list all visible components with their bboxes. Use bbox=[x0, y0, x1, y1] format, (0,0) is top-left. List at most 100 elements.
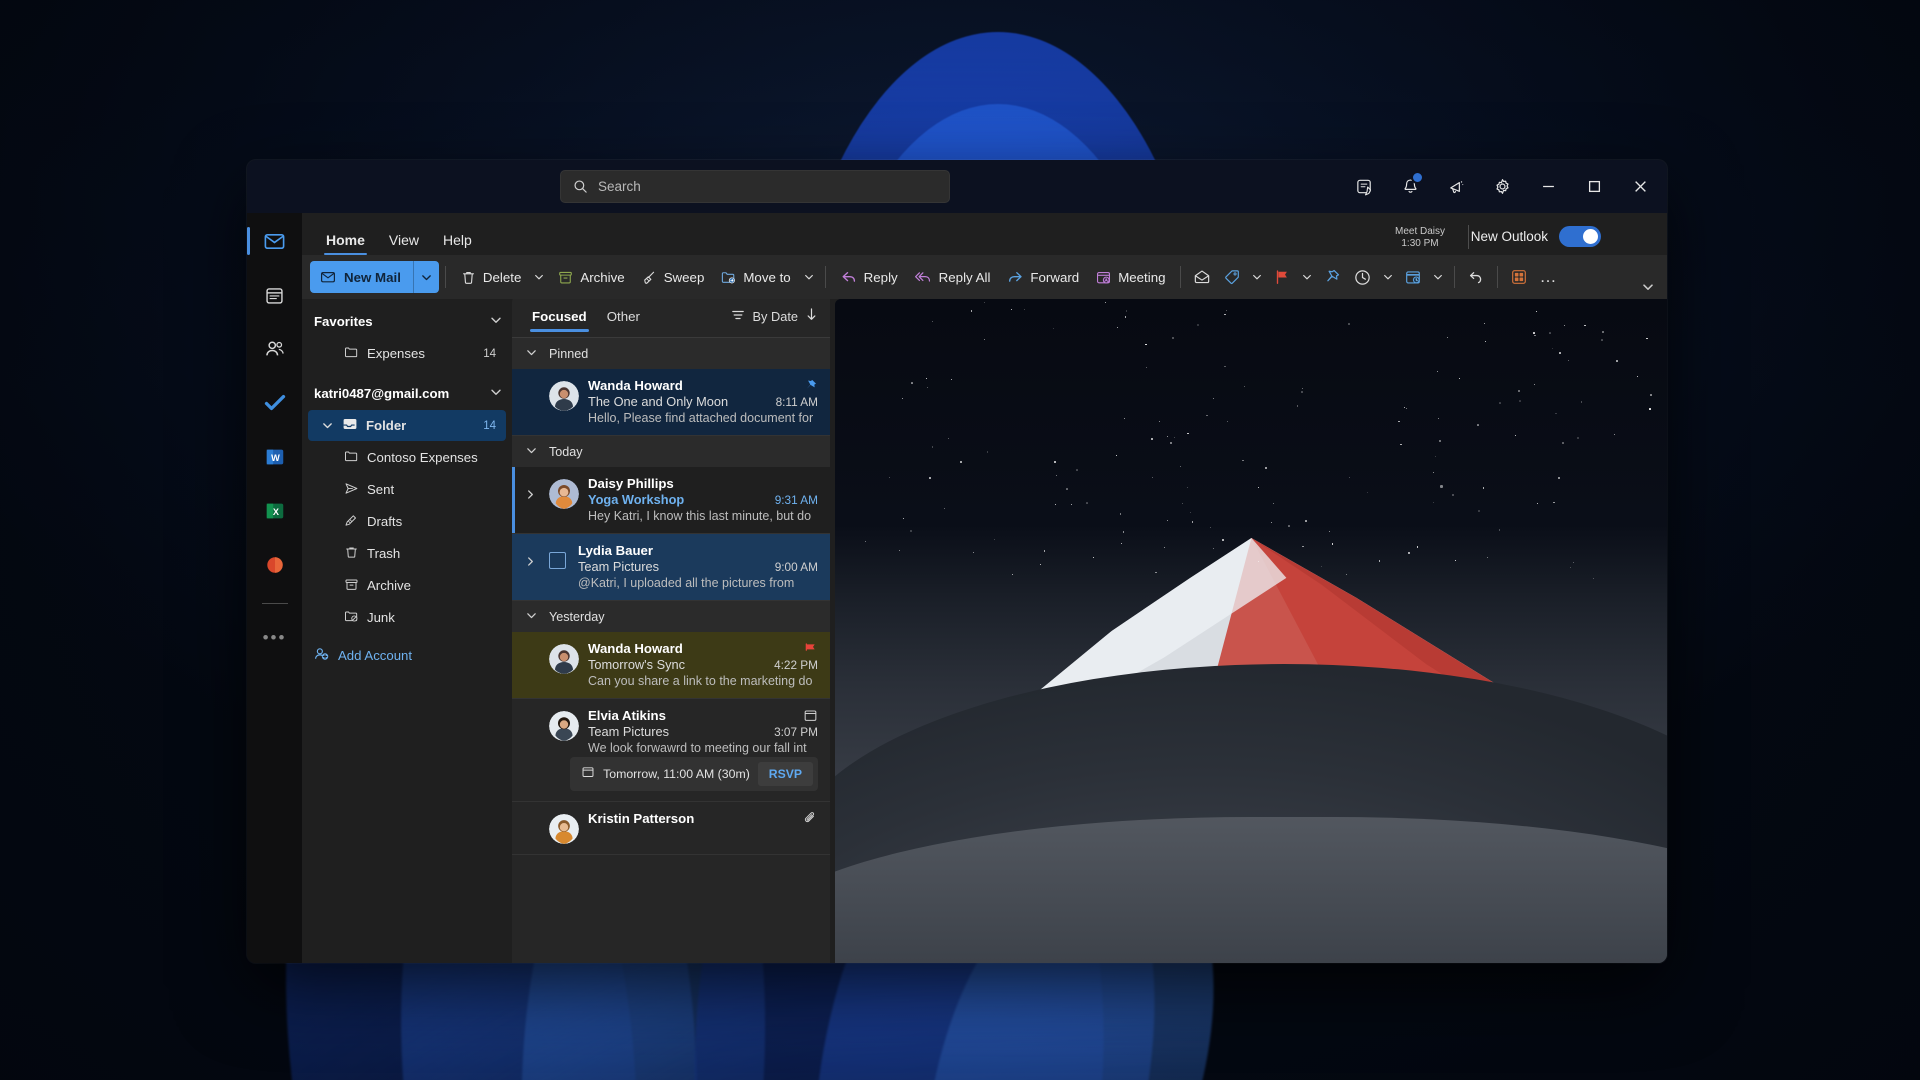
delete-button[interactable]: Delete bbox=[452, 261, 529, 293]
mark-read-icon[interactable] bbox=[1187, 261, 1217, 293]
star bbox=[1024, 309, 1025, 310]
snooze-dropdown[interactable] bbox=[1378, 261, 1398, 293]
rail-office[interactable] bbox=[255, 545, 295, 585]
rail-todo[interactable] bbox=[255, 383, 295, 423]
expand-thread-icon[interactable] bbox=[520, 476, 540, 523]
reply-button[interactable]: Reply bbox=[832, 261, 906, 293]
new-mail-dropdown[interactable] bbox=[413, 261, 439, 293]
search-box[interactable]: Search bbox=[560, 170, 950, 203]
move-to-button[interactable]: Move to bbox=[712, 261, 798, 293]
group-header-today[interactable]: Today bbox=[512, 436, 830, 467]
message-row-elvia-pictures[interactable]: Elvia Atikins Team Pic bbox=[512, 699, 830, 761]
new-outlook-toggle-group[interactable]: New Outlook bbox=[1471, 226, 1601, 247]
flag-dropdown[interactable] bbox=[1297, 261, 1317, 293]
folder-label: Archive bbox=[367, 578, 411, 593]
sweep-button[interactable]: Sweep bbox=[633, 261, 713, 293]
star bbox=[927, 387, 928, 388]
trash-icon bbox=[460, 269, 477, 286]
folder-item-trash[interactable]: Trash bbox=[308, 538, 506, 569]
pin-icon[interactable] bbox=[1317, 261, 1347, 293]
message-row-wanda-sync[interactable]: Wanda Howard Tomorrow' bbox=[512, 632, 830, 699]
folder-count: 14 bbox=[483, 420, 496, 432]
inbox-icon bbox=[342, 416, 358, 435]
snooze-clock-icon[interactable] bbox=[1347, 261, 1378, 293]
maximize-button[interactable] bbox=[1571, 160, 1617, 213]
tag-categorize-icon[interactable] bbox=[1217, 261, 1247, 293]
sort-control[interactable]: By Date bbox=[731, 307, 820, 325]
new-outlook-toggle[interactable] bbox=[1559, 226, 1601, 247]
favorites-header[interactable]: Favorites bbox=[302, 305, 512, 337]
message-text: Elvia Atikins Team Pic bbox=[588, 708, 818, 757]
reply-all-arrow-icon bbox=[914, 268, 933, 286]
message-time: 4:22 PM bbox=[774, 658, 818, 672]
star bbox=[1447, 337, 1448, 338]
folder-item-contoso-expenses[interactable]: Contoso Expenses bbox=[308, 442, 506, 473]
forward-button[interactable]: Forward bbox=[998, 261, 1087, 293]
expand-thread-icon[interactable] bbox=[520, 543, 540, 590]
tab-focused[interactable]: Focused bbox=[522, 295, 597, 338]
ribbon-collapse-button[interactable] bbox=[1635, 276, 1661, 298]
star bbox=[1271, 522, 1272, 523]
tab-home[interactable]: Home bbox=[314, 232, 377, 255]
reply-all-button[interactable]: Reply All bbox=[906, 261, 999, 293]
flag-icon[interactable] bbox=[803, 641, 818, 656]
folder-item-drafts[interactable]: Drafts bbox=[308, 506, 506, 537]
message-text: Lydia Bauer Team Pictures 9:00 AM @Katri… bbox=[578, 543, 818, 590]
megaphone-feedback-icon[interactable] bbox=[1433, 160, 1479, 213]
reading-pane[interactable] bbox=[835, 299, 1667, 963]
star bbox=[994, 539, 995, 540]
rsvp-button[interactable]: RSVP bbox=[758, 762, 813, 786]
folder-item-folder[interactable]: Folder 14 bbox=[308, 410, 506, 441]
star bbox=[1305, 520, 1307, 522]
rail-calendar[interactable] bbox=[255, 275, 295, 315]
folder-item-sent[interactable]: Sent bbox=[308, 474, 506, 505]
folder-item-expenses[interactable]: Expenses 14 bbox=[308, 338, 506, 369]
message-row-kristin[interactable]: Kristin Patterson bbox=[512, 802, 830, 855]
star bbox=[1499, 529, 1500, 530]
close-button[interactable] bbox=[1617, 160, 1663, 213]
tab-help[interactable]: Help bbox=[431, 232, 484, 255]
tab-other[interactable]: Other bbox=[597, 295, 650, 338]
message-preview: @Katri, I uploaded all the pictures from bbox=[578, 576, 818, 590]
message-row-daisy-yoga[interactable]: Daisy Phillips Yoga Workshop 9:31 AM Hey… bbox=[512, 467, 830, 534]
move-to-dropdown[interactable] bbox=[799, 261, 819, 293]
message-row-wanda-moon[interactable]: Wanda Howard The One and Only Moon bbox=[512, 369, 830, 436]
undo-icon[interactable] bbox=[1461, 261, 1491, 293]
folder-item-junk[interactable]: Junk bbox=[308, 602, 506, 633]
delete-dropdown[interactable] bbox=[529, 261, 549, 293]
note-edit-icon[interactable] bbox=[1341, 160, 1387, 213]
group-header-yesterday[interactable]: Yesterday bbox=[512, 601, 830, 632]
add-account-button[interactable]: Add Account bbox=[302, 639, 512, 671]
rail-mail[interactable] bbox=[255, 221, 295, 261]
calendar-dropdown[interactable] bbox=[1428, 261, 1448, 293]
flag-icon[interactable] bbox=[1267, 261, 1297, 293]
account-header[interactable]: katri0487@gmail.com bbox=[302, 377, 512, 409]
message-row-lydia-pictures[interactable]: Lydia Bauer Team Pictures 9:00 AM @Katri… bbox=[512, 534, 830, 601]
apps-grid-icon[interactable] bbox=[1504, 261, 1534, 293]
minimize-button[interactable] bbox=[1525, 160, 1571, 213]
rail-more[interactable]: ••• bbox=[255, 618, 295, 658]
pin-icon[interactable] bbox=[803, 378, 818, 393]
gear-icon[interactable] bbox=[1479, 160, 1525, 213]
rail-people[interactable] bbox=[255, 329, 295, 369]
new-mail-button[interactable]: New Mail bbox=[310, 261, 413, 293]
calendar-schedule-icon[interactable] bbox=[1398, 261, 1428, 293]
notifications-bell-icon[interactable] bbox=[1387, 160, 1433, 213]
message-list-scroll[interactable]: Pinned bbox=[512, 338, 830, 963]
chevron-down-icon[interactable] bbox=[320, 420, 334, 431]
star bbox=[1499, 402, 1501, 404]
star bbox=[984, 302, 985, 303]
archive-button[interactable]: Archive bbox=[549, 261, 632, 293]
tab-view[interactable]: View bbox=[377, 232, 431, 255]
rail-excel[interactable]: X bbox=[255, 491, 295, 531]
folder-item-archive[interactable]: Archive bbox=[308, 570, 506, 601]
rail-word[interactable]: W bbox=[255, 437, 295, 477]
meeting-button[interactable]: Meeting bbox=[1087, 261, 1173, 293]
star bbox=[1105, 302, 1106, 303]
group-header-pinned[interactable]: Pinned bbox=[512, 338, 830, 369]
select-message-checkbox[interactable] bbox=[549, 552, 566, 569]
tag-dropdown[interactable] bbox=[1247, 261, 1267, 293]
toolbar-overflow-button[interactable]: … bbox=[1534, 261, 1564, 293]
star bbox=[960, 461, 962, 463]
meet-daisy-reminder[interactable]: Meet Daisy 1:30 PM bbox=[1395, 226, 1445, 250]
